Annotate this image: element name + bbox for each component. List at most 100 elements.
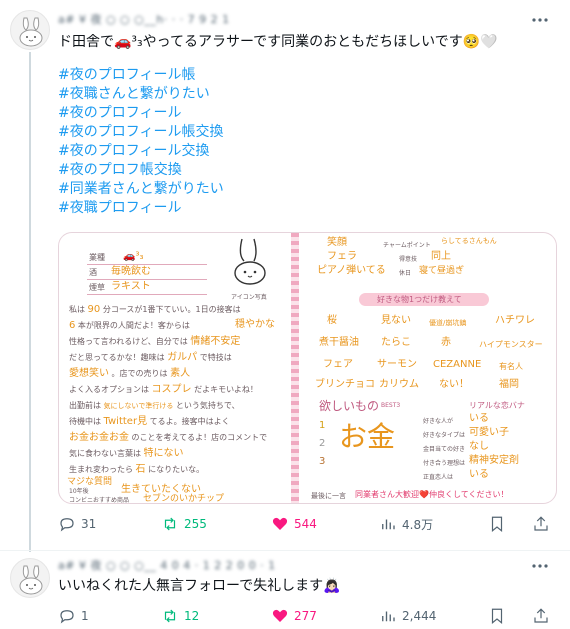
sheet-fill: 笑顔: [327, 237, 347, 248]
view-count: 4.8万: [402, 517, 434, 532]
repost-count: 12: [184, 609, 200, 623]
love-value: 精神安定剤: [469, 455, 519, 466]
like-count: 544: [294, 517, 317, 531]
item-label: 休日: [399, 270, 412, 277]
favorite-item: 福岡: [499, 379, 519, 390]
divider: [87, 279, 207, 280]
sheet-text: てるよ。接客中はよく: [149, 417, 230, 426]
hashtag-list: #夜のプロフィール帳 #夜職さんと繋がりたい #夜のプロフィール #夜のプロフィ…: [58, 66, 224, 218]
sheet-fill: 特にない: [143, 448, 184, 459]
favorites-title: 好きな物1つだけ教えて: [377, 295, 462, 304]
sheet-fill: 愛想笑い: [69, 368, 109, 379]
favorite-item: フェア: [323, 359, 353, 370]
sheet-fill: 情緒不安定: [190, 336, 241, 347]
favorite-item: 有名人: [499, 362, 523, 371]
qa-label: コンビニおすすめ商品: [69, 497, 130, 504]
hashtag-link[interactable]: #夜職さんと繋がりたい: [58, 85, 224, 104]
love-label: 好きな人が: [423, 418, 454, 425]
love-value: 可愛い子: [469, 427, 509, 438]
bookmark-icon[interactable]: [488, 606, 506, 626]
rank-1: 1: [319, 420, 326, 431]
love-label: 好きなタイプは: [423, 432, 466, 439]
avatar[interactable]: [10, 10, 50, 50]
sheet-text: よく入るオプションは: [69, 385, 149, 394]
tweet-1: a# ¥ 夜 ○ ○ ○__h· · · 7 9 2 1 ド田舎で🚗³₃やってる…: [0, 0, 570, 552]
profile-sheet-right-page: 笑顔 チャームポイント フェラ ピアノ弾いてる らしてるさんもん 得意技 同上 …: [299, 233, 556, 503]
author-name[interactable]: a# ¥ 夜 ○ ○ ○__h· · · 7 9 2 1: [58, 11, 230, 27]
sheet-fill: 6: [69, 320, 76, 331]
author-row[interactable]: a# ¥ 夜 ○ ○ ○__h· · · 7 9 2 1: [58, 10, 230, 28]
qa-value: セブンのいかチップ: [143, 494, 225, 504]
sheet-text: 出勤前は: [69, 401, 101, 410]
sheet-text: になりたいな。: [148, 465, 205, 474]
sheet-text: 分コースが1番下ていい。1日の接客は: [102, 305, 241, 314]
sheet-fill: フェラ: [327, 251, 357, 262]
sheet-fill: 寝て昼過ぎ: [419, 266, 465, 276]
field-label: 酒: [89, 268, 97, 277]
sheet-text: 待機中は: [69, 417, 101, 426]
repost-count: 255: [184, 517, 207, 531]
hashtag-link[interactable]: #夜のプロフ帳交換: [58, 161, 224, 180]
sheet-line: だと思ってるかな！趣味は ガルパ で特技は: [69, 353, 232, 363]
hashtag-link[interactable]: #夜のプロフィール帳: [58, 66, 224, 85]
icon-caption: アイコン写真: [231, 294, 267, 301]
divider: [87, 264, 207, 265]
sheet-line: 性格って言われるけど、自分では 情緒不安定: [69, 337, 240, 347]
sheet-fill: 素人: [170, 368, 191, 379]
hashtag-link[interactable]: #夜のプロフィール: [58, 104, 224, 123]
tweet-actions: 1 12 277 2,444: [58, 606, 558, 626]
share-icon[interactable]: [532, 606, 550, 626]
sheet-fill: Twitter見: [103, 416, 148, 427]
sheet-text: だと思ってるかな！趣味は: [69, 353, 165, 362]
favorite-item: たらこ: [381, 337, 411, 348]
tweet-actions: 31 255 544 4.8万: [58, 514, 558, 534]
rank-3: 3: [319, 456, 326, 467]
hashtag-link[interactable]: #同業者さんと繋がりたい: [58, 180, 224, 199]
field-value: 🚗³₃: [123, 251, 144, 262]
more-options-icon[interactable]: [530, 14, 550, 26]
more-options-icon[interactable]: [530, 560, 550, 572]
repost-button[interactable]: 255: [161, 514, 207, 534]
wants-title: 欲しいもの: [319, 399, 380, 413]
attached-image[interactable]: 業種 🚗³₃ 酒 毎晩飲む 煙草 ラキスト アイコン写真 私は 90 分コースが…: [58, 232, 557, 504]
sheet-line: 6 本が限界の人間だよ！客からは: [69, 321, 190, 331]
bunny-avatar-icon: [19, 565, 43, 595]
charm-label: チャームポイント: [383, 242, 431, 249]
repost-button[interactable]: 12: [161, 606, 199, 626]
like-count: 277: [294, 609, 317, 623]
sheet-text: 私は: [69, 305, 85, 314]
field-value: 毎晩飲む: [111, 266, 151, 277]
like-button[interactable]: 544: [271, 514, 317, 534]
sheet-line: 出勤前は 気にしないで準行ける という気持ちで、: [69, 401, 240, 411]
bunny-avatar-icon: [19, 17, 43, 47]
author-row[interactable]: a# ¥ 夜 ○ ○ ○__ 4 0 4 · 1 2 2 0 0 · 1: [58, 556, 276, 574]
reply-button[interactable]: 1: [58, 606, 89, 626]
views-button[interactable]: 4.8万: [379, 514, 433, 534]
sheet-line: 私は 90 分コースが1番下ていい。1日の接客は: [69, 305, 241, 315]
hashtag-link[interactable]: #夜職プロフィール: [58, 199, 224, 218]
love-label: 付き合う理想は: [423, 460, 466, 467]
sheet-text: のことを考えてるよ！店のコメントで: [131, 433, 268, 442]
hashtag-link[interactable]: #夜のプロフィール帳交換: [58, 123, 224, 142]
sheet-fill: ガルパ: [167, 352, 198, 363]
sheet-fill: 穏やかな: [235, 319, 275, 330]
favorite-item: 赤: [441, 337, 451, 348]
hashtag-link[interactable]: #夜のプロフィール交換: [58, 142, 224, 161]
share-icon[interactable]: [532, 514, 550, 534]
reply-count: 31: [81, 517, 97, 531]
tweet-text: いいねくれた人無言フォローで失礼します🙇🏻‍♀️: [58, 578, 341, 594]
item-label: 得意技: [399, 256, 418, 263]
bookmark-icon[interactable]: [488, 514, 506, 534]
favorite-item: ハイプモンスター: [479, 340, 543, 349]
love-value: いる: [469, 469, 489, 480]
author-name[interactable]: a# ¥ 夜 ○ ○ ○__ 4 0 4 · 1 2 2 0 0 · 1: [58, 557, 276, 573]
reply-button[interactable]: 31: [58, 514, 96, 534]
sheet-text: 生まれ変わったら: [69, 465, 133, 474]
sheet-fill: 90: [87, 304, 101, 315]
notebook-spine: [291, 233, 299, 503]
avatar[interactable]: [10, 558, 50, 598]
sheet-line: 待機中は Twitter見 てるよ。接客中はよく: [69, 417, 230, 427]
like-button[interactable]: 277: [271, 606, 317, 626]
sheet-fill: 同上: [431, 251, 451, 262]
views-button[interactable]: 2,444: [379, 606, 436, 626]
